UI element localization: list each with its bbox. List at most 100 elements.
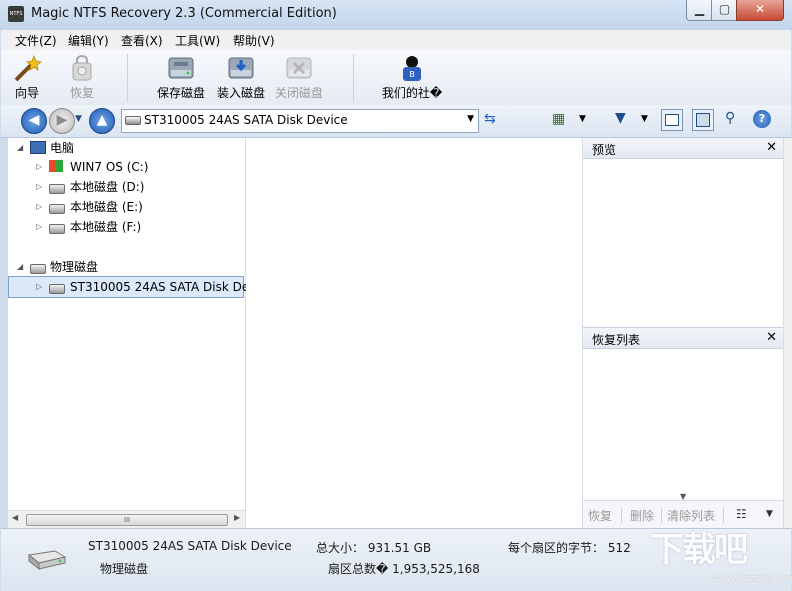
toolbar-separator (723, 507, 724, 523)
tree-node-drive-c[interactable]: ▷ WIN7 OS (C:) (8, 157, 244, 177)
history-dropdown-icon[interactable]: ▼ (75, 114, 82, 124)
collapse-icon[interactable]: ◢ (17, 257, 27, 277)
minimize-button[interactable]: ▁ (686, 0, 713, 21)
recover-button[interactable]: 恢复 (588, 507, 612, 524)
wizard-button[interactable]: 向导 (7, 50, 47, 105)
wizard-wand-icon (14, 54, 42, 82)
title-bar: NTFS Magic NTFS Recovery 2.3 (Commercial… (0, 0, 792, 30)
recovery-list-title: 恢复列表 (592, 333, 641, 347)
toolbar-separator (353, 54, 354, 102)
watermark-url: www.xiazaiba.com (712, 574, 792, 584)
scroll-left-icon[interactable]: ◀ (12, 513, 18, 522)
hard-disk-icon (49, 224, 65, 234)
expand-icon[interactable]: ▷ (36, 277, 46, 297)
restore-button[interactable]: 恢复 (61, 50, 103, 105)
scroll-right-icon[interactable]: ▶ (234, 513, 240, 522)
disk-selector-value: ST310005 24AS SATA Disk Device (144, 113, 348, 127)
chevron-down-icon[interactable]: ▼ (467, 114, 474, 124)
recovery-list-toolbar: 恢复 删除 清除列表 ☷ ▼ (583, 500, 783, 528)
search-icon[interactable]: ⚲ (725, 110, 735, 126)
windows-drive-icon (49, 160, 63, 172)
help-icon[interactable]: ? (753, 110, 771, 128)
expand-icon[interactable]: ▷ (36, 177, 46, 197)
list-view-icon[interactable]: ☷ (736, 507, 747, 521)
main-toolbar: 向导 恢复 保存磁盘 装入磁盘 关闭磁盘 B 我们的社� (1, 50, 791, 106)
app-window: NTFS Magic NTFS Recovery 2.3 (Commercial… (0, 0, 792, 591)
toolbar-separator (661, 507, 662, 523)
forward-arrow-icon[interactable]: ▶ (49, 108, 75, 134)
hard-disk-icon (27, 550, 67, 571)
status-total-size: 总大小： 931.51 GB (316, 541, 432, 555)
menu-edit[interactable]: 编辑(Y) (68, 32, 109, 49)
restore-bag-icon (72, 55, 92, 81)
preview-pane-header: 预览 ✕ (583, 138, 783, 159)
save-icon[interactable] (692, 109, 714, 131)
file-list-panel[interactable] (246, 138, 583, 528)
filter-icon[interactable]: ▼ (615, 110, 626, 126)
folder-tree-panel: ◢ 电脑 ▷ WIN7 OS (C:) ▷ 本地磁盘 (D:) ▷ 本地磁盘 (… (8, 138, 274, 528)
close-disk-button[interactable]: 关闭磁盘 (271, 50, 327, 105)
view-dropdown-icon[interactable]: ▼ (579, 114, 586, 124)
frame-left (0, 138, 8, 528)
status-bytes-per-sector: 每个扇区的字节： 512 (508, 541, 631, 555)
recovery-list-area[interactable] (583, 349, 783, 499)
hard-disk-icon (125, 116, 141, 125)
scroll-thumb[interactable]: III (26, 514, 228, 526)
menu-file[interactable]: 文件(Z) (15, 32, 57, 49)
svg-text:B: B (409, 70, 415, 79)
menu-view[interactable]: 查看(X) (121, 32, 163, 49)
window-title: Magic NTFS Recovery 2.3 (Commercial Edit… (31, 6, 337, 21)
tree-node-computer[interactable]: ◢ 电脑 (8, 138, 244, 158)
tree-node-drive-d[interactable]: ▷ 本地磁盘 (D:) (8, 177, 244, 197)
back-arrow-icon[interactable]: ◀ (21, 108, 47, 134)
right-side-panel: 预览 ✕ 恢复列表 ✕ ▼ 恢复 删除 清除列表 ☷ ▼ (583, 138, 783, 528)
filter-dropdown-icon[interactable]: ▼ (641, 114, 648, 124)
maximize-button[interactable]: ▢ (711, 0, 738, 21)
preview-area (583, 159, 783, 326)
our-community-button[interactable]: B 我们的社� (379, 50, 445, 105)
address-bar: ◀ ▶ ▼ ▲ ST310005 24AS SATA Disk Device ▼… (1, 105, 791, 138)
vertical-scrollbar-area (783, 138, 792, 528)
community-people-icon: B (403, 56, 421, 81)
hard-disk-icon (49, 204, 65, 214)
close-disk-icon (286, 57, 312, 79)
save-disk-icon (168, 57, 194, 79)
hard-disk-icon (49, 184, 65, 194)
menu-help[interactable]: 帮助(V) (233, 32, 275, 49)
expand-icon[interactable]: ▷ (36, 157, 46, 177)
tree-node-physical-disks[interactable]: ◢ 物理磁盘 (8, 257, 244, 277)
collapse-icon[interactable]: ◢ (17, 138, 27, 158)
save-disk-button[interactable]: 保存磁盘 (153, 50, 209, 105)
panel-layout-icon[interactable] (661, 109, 683, 131)
tree-node-drive-e[interactable]: ▷ 本地磁盘 (E:) (8, 197, 244, 217)
close-icon[interactable]: ✕ (766, 140, 777, 155)
load-disk-icon (228, 57, 254, 79)
up-arrow-icon[interactable]: ▲ (89, 108, 115, 134)
hard-disk-icon (30, 264, 46, 274)
recovery-list-header: 恢复列表 ✕ (583, 327, 783, 349)
tree-node-physical-disk-1[interactable]: ▷ ST310005 24AS SATA Disk Device (8, 276, 274, 298)
tree-node-drive-f[interactable]: ▷ 本地磁盘 (F:) (8, 217, 244, 237)
expand-icon[interactable]: ▷ (36, 197, 46, 217)
hard-disk-icon (49, 284, 65, 294)
chevron-down-icon[interactable]: ▼ (766, 509, 773, 519)
disk-selector[interactable]: ST310005 24AS SATA Disk Device ▼ (121, 109, 479, 133)
expand-icon[interactable]: ▷ (36, 217, 46, 237)
preview-pane-title: 预览 (592, 143, 617, 157)
status-device-type: 物理磁盘 (100, 562, 149, 576)
horizontal-scrollbar[interactable]: ◀ III ▶ (8, 510, 245, 528)
toolbar-separator (621, 507, 622, 523)
computer-icon (30, 141, 46, 154)
load-disk-button[interactable]: 装入磁盘 (213, 50, 269, 105)
status-device-name: ST310005 24AS SATA Disk Device (88, 539, 292, 553)
menu-bar: 文件(Z) 编辑(Y) 查看(X) 工具(W) 帮助(V) (1, 30, 791, 50)
menu-tools[interactable]: 工具(W) (175, 32, 220, 49)
close-icon[interactable]: ✕ (766, 330, 777, 345)
close-button[interactable]: ✕ (736, 0, 784, 21)
toolbar-separator (127, 54, 128, 102)
refresh-icon[interactable]: ⇆ (484, 111, 496, 127)
view-options-icon[interactable]: ▦ (552, 111, 565, 127)
status-total-sectors: 扇区总数� 1,953,525,168 (328, 562, 480, 576)
clear-list-button[interactable]: 清除列表 (667, 507, 715, 524)
delete-button[interactable]: 删除 (630, 507, 654, 524)
